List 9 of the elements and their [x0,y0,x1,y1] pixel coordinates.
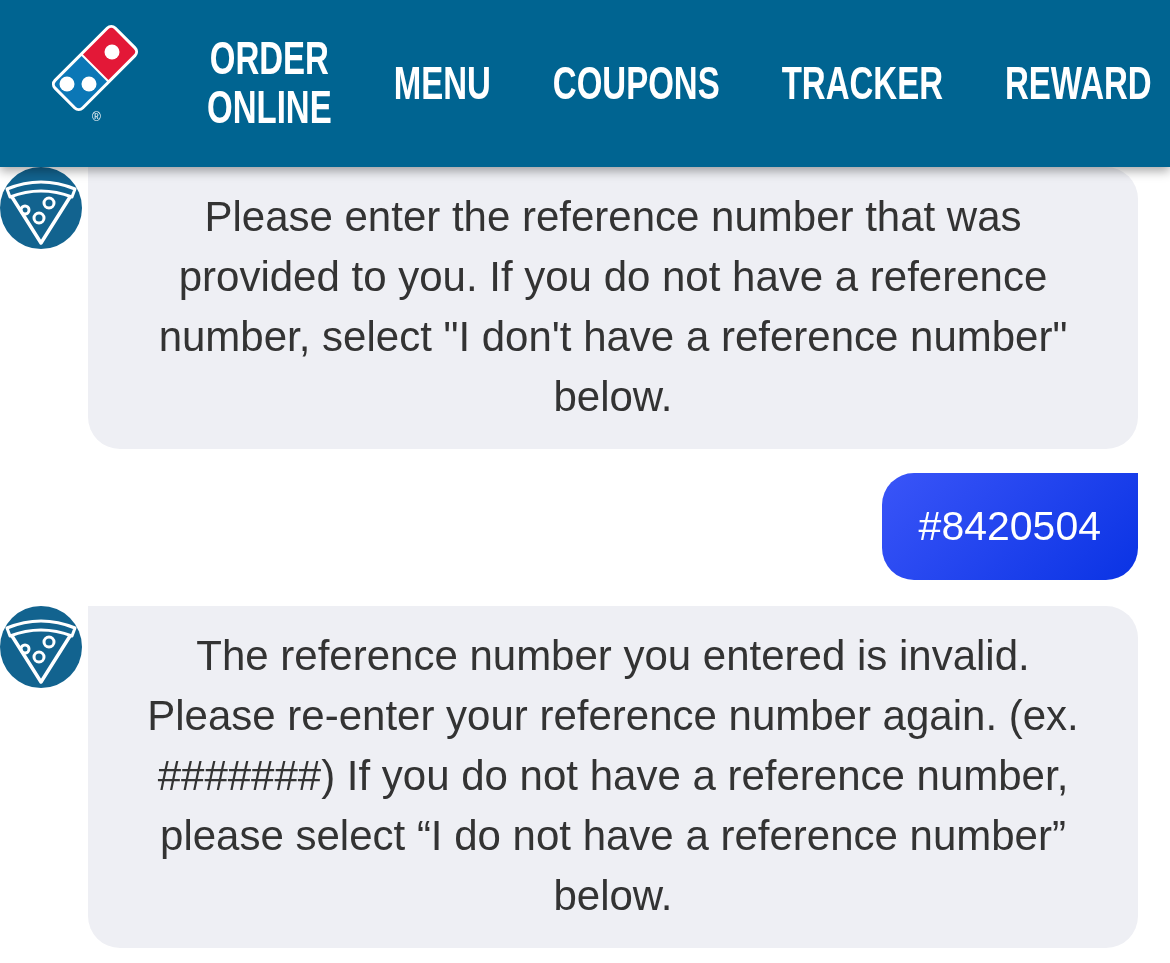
bot-message: Please enter the reference number that was provided to you. If you do not have a reference number, select "I don't have a reference number" below. [88,167,1138,449]
nav-link[interactable]: COUPONS [552,57,720,107]
nav-link[interactable]: MENU [393,57,491,107]
bot-message: The reference number you entered is invalid. Please re-enter your reference number again. (ex. #######) If you do not have a reference number, please select “I do not have a reference number” below. [88,606,1138,948]
nav-link[interactable]: REWARD [1005,57,1152,107]
registered-mark: ® [92,109,101,124]
user-message: #8420504 [881,473,1138,580]
nav-link[interactable]: TRACKER [781,57,944,107]
nav-link[interactable]: ORDER ONLINE [207,33,332,131]
